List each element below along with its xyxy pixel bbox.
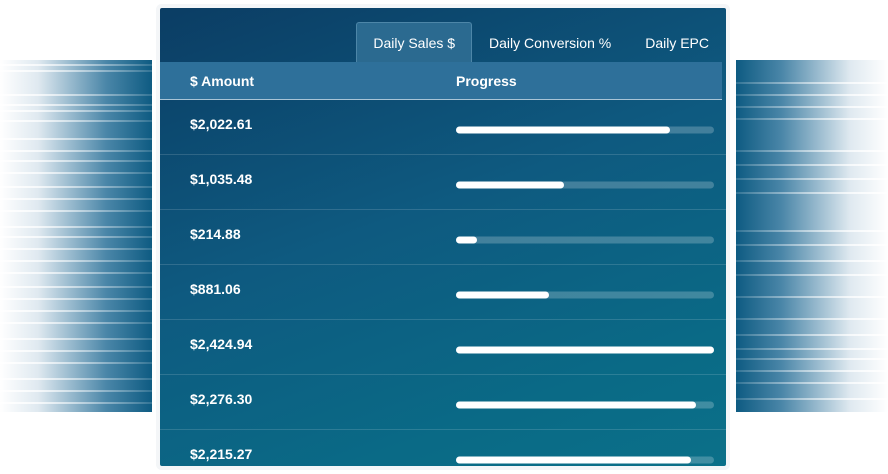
decorative-streak [0,104,152,106]
sales-widget: Daily Sales $ Daily Conversion % Daily E… [160,8,726,466]
decorative-streak [736,230,888,232]
progress-bar-fill [456,346,714,354]
decorative-streak [0,150,152,152]
decorative-streak [736,260,888,262]
decorative-streak [736,164,888,166]
decorative-streak [736,370,888,372]
tab-daily-conversion[interactable]: Daily Conversion % [472,22,628,62]
progress-bar [456,346,714,354]
progress-bar-fill [456,236,477,244]
decorative-streak [736,82,888,84]
decorative-streak [0,350,152,352]
decorative-streak [736,106,888,108]
decorative-streak [0,272,152,274]
amount-column-header: $ Amount [190,72,255,89]
decorative-streak [0,120,152,122]
decorative-streak [736,382,888,384]
table-row: $2,276.30 [160,375,726,430]
decorative-streak [0,64,152,66]
tab-daily-sales[interactable]: Daily Sales $ [356,22,473,62]
decorative-streak [0,286,152,288]
decorative-streak [0,110,152,112]
decorative-streak [736,94,888,96]
table-row: $214.88 [160,210,726,265]
decorative-streak [0,138,152,140]
progress-bar-fill [456,181,565,189]
amount-value: $2,424.94 [190,336,253,352]
progress-bar [456,181,714,189]
table-body: $2,022.61 $1,035.48 $214.88 $881.06 $2,424.9… [160,100,726,466]
decorative-streak [0,70,152,72]
decorative-streak [0,322,152,324]
amount-value: $2,215.27 [190,446,253,462]
decorative-streak [0,378,152,380]
decorative-streak [736,398,888,400]
decorative-streak [736,318,888,320]
decorative-streak [736,334,888,336]
table-row: $1,035.48 [160,155,726,210]
decorative-streak [736,192,888,194]
progress-column-header: Progress [456,72,517,89]
decorative-streak [736,274,888,276]
table-header: $ Amount Progress [160,62,722,100]
decorative-streak [736,244,888,246]
progress-bar [456,456,714,464]
table-row: $2,424.94 [160,320,726,375]
amount-value: $214.88 [190,226,241,242]
decorative-streak [0,338,152,340]
decorative-streak [0,172,152,174]
decorative-streak [736,178,888,180]
decorative-streak [0,94,152,96]
decorative-streak [0,390,152,392]
table-row: $2,215.27 [160,430,726,466]
decorative-streak [0,260,152,262]
amount-value: $881.06 [190,281,241,297]
decorative-streak [0,248,152,250]
progress-bar-fill [456,456,691,464]
progress-bar [456,236,714,244]
decorative-streak [0,198,152,200]
tab-bar: Daily Sales $ Daily Conversion % Daily E… [356,22,726,62]
decorative-streak [736,296,888,298]
progress-bar-fill [456,291,549,299]
decorative-streak [736,150,888,152]
decorative-streak [0,210,152,212]
decorative-streak [0,236,152,238]
amount-value: $1,035.48 [190,171,253,187]
amount-value: $2,276.30 [190,391,253,407]
progress-bar-fill [456,401,696,409]
decorative-streak [736,118,888,120]
progress-bar [456,401,714,409]
progress-bar [456,291,714,299]
decorative-streak [736,358,888,360]
progress-bar-fill [456,126,671,134]
table-row: $881.06 [160,265,726,320]
tab-daily-epc[interactable]: Daily EPC [628,22,726,62]
table-row: $2,022.61 [160,100,726,155]
decorative-streak [0,226,152,228]
decorative-streak [0,186,152,188]
decorative-streak [0,402,152,404]
decorative-streak [0,310,152,312]
blurred-background-right [736,60,888,412]
decorative-streak [0,362,152,364]
decorative-streak [0,298,152,300]
decorative-streak [0,160,152,162]
decorative-streak [736,348,888,350]
blurred-background-left [0,60,152,412]
amount-value: $2,022.61 [190,116,253,132]
progress-bar [456,126,714,134]
